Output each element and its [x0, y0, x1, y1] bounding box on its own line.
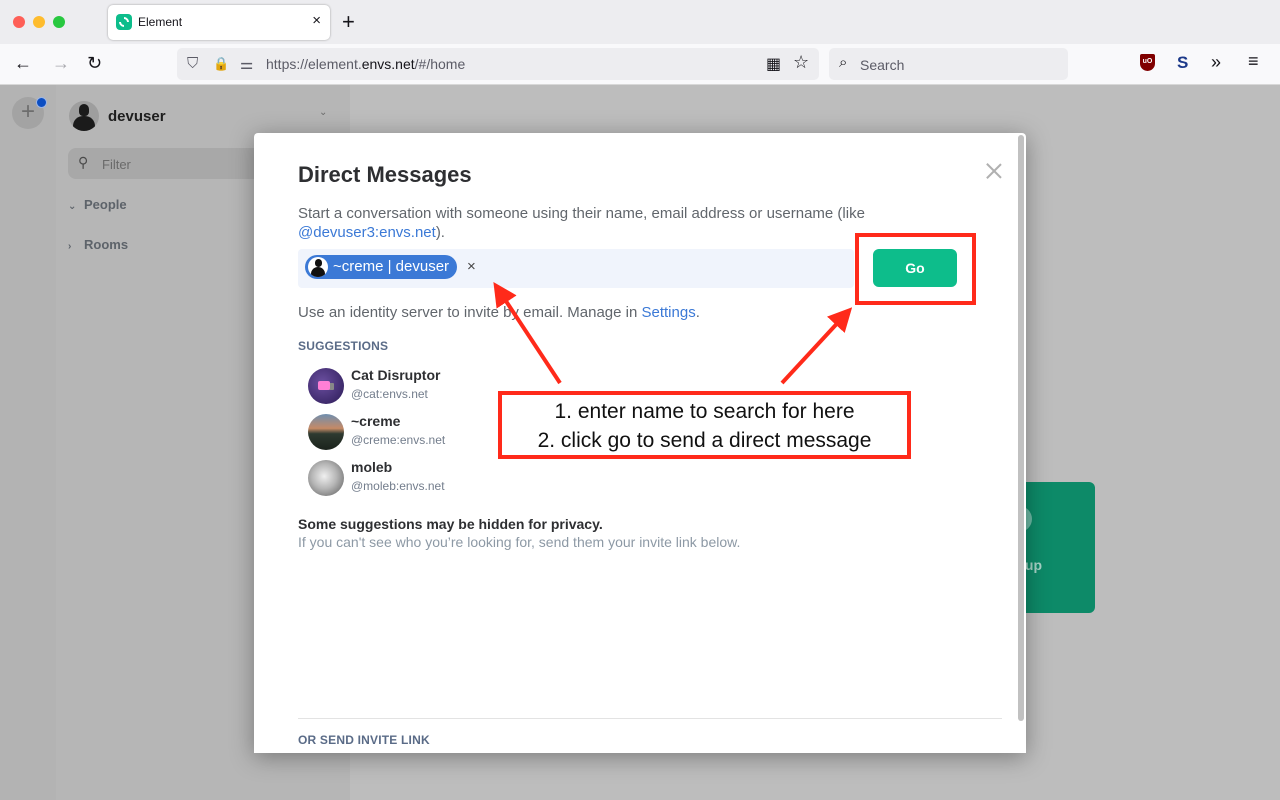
invite-link-heading: OR SEND INVITE LINK [298, 733, 430, 747]
dialog-title: Direct Messages [298, 162, 472, 187]
chevron-right-icon: › [68, 241, 72, 252]
reload-button[interactable]: ↻ [87, 53, 102, 74]
suggestion-id: @creme:envs.net [351, 433, 446, 447]
lock-icon[interactable]: 🔒 [213, 56, 229, 72]
suggestion-name: moleb [351, 459, 393, 475]
user-menu-name[interactable]: devuser [108, 108, 166, 125]
annotation-callout: 1. enter name to search for here 2. clic… [498, 391, 911, 459]
ublock-origin-icon[interactable]: uO [1140, 54, 1155, 71]
nav-bar: ← → ↻ ⛉ 🔒 ⚌ https://element.envs.net/#/h… [0, 44, 1280, 85]
url-suffix: /#/home [414, 56, 466, 72]
notification-dot [36, 97, 47, 108]
identity-server-note: Use an identity server to invite by emai… [298, 304, 700, 321]
description-end: ). [435, 224, 445, 241]
plus-icon: + [20, 98, 35, 125]
qr-code-icon[interactable]: ▦ [766, 54, 781, 74]
avatar [308, 414, 344, 450]
chevron-down-icon: ⌄ [68, 201, 77, 212]
url-bar[interactable]: ⛉ 🔒 ⚌ https://element.envs.net/#/home ▦ … [177, 48, 819, 80]
suggestion-name: Cat Disruptor [351, 367, 441, 383]
url-prefix: https://element. [266, 56, 362, 72]
space-bar: + [0, 85, 56, 800]
suggestions-heading: SUGGESTIONS [298, 339, 389, 353]
minimize-window-button[interactable] [33, 16, 45, 28]
new-tab-button[interactable]: + [342, 9, 355, 35]
section-rooms[interactable]: › Rooms [68, 237, 128, 252]
filter-placeholder: Filter [102, 157, 131, 172]
dialog-description: Start a conversation with someone using … [298, 204, 938, 242]
close-window-button[interactable] [13, 16, 25, 28]
browser-window: Element × + ← → ↻ ⛉ 🔒 ⚌ https://element.… [0, 0, 1280, 800]
search-placeholder: Search [860, 57, 905, 73]
suggestion-item[interactable]: ~creme @creme:envs.net [308, 412, 508, 452]
description-text: Start a conversation with someone using … [298, 205, 865, 222]
permissions-icon[interactable]: ⚌ [240, 55, 253, 73]
example-user-link[interactable]: @devuser3:envs.net [298, 224, 436, 241]
selected-user-pill: ~creme | devuser [305, 255, 458, 279]
zoom-window-button[interactable] [53, 16, 65, 28]
tab-title: Element [138, 15, 183, 29]
suggestion-item[interactable]: Cat Disruptor @cat:envs.net [308, 366, 508, 406]
section-label: Rooms [84, 237, 129, 252]
annotation-line1: 1. enter name to search for here [554, 400, 855, 423]
forward-button[interactable]: → [52, 53, 70, 74]
user-avatar[interactable] [69, 101, 99, 131]
section-people[interactable]: ⌄ People [68, 197, 127, 212]
hamburger-menu-icon[interactable]: ≡ [1248, 51, 1259, 72]
annotation-highlight-box [855, 233, 976, 305]
search-bar[interactable]: ⌕ Search [829, 48, 1068, 80]
identity-text: Use an identity server to invite by emai… [298, 304, 642, 321]
url-text[interactable]: https://element.envs.net/#/home [266, 56, 465, 72]
dialog-scrollbar[interactable] [1018, 135, 1024, 721]
search-icon: ⚲ [78, 154, 89, 170]
suggestion-id: @cat:envs.net [351, 387, 428, 401]
avatar [308, 460, 344, 496]
chevron-down-icon[interactable]: ⌄ [319, 107, 327, 118]
identity-end: . [695, 304, 700, 321]
suggestion-id: @moleb:envs.net [351, 479, 445, 493]
close-icon[interactable] [986, 163, 1002, 179]
section-label: People [84, 197, 127, 212]
divider [298, 718, 1002, 719]
search-icon: ⌕ [839, 54, 848, 71]
annotation-line2: 2. click go to send a direct message [537, 429, 872, 452]
shield-icon[interactable]: ⛉ [187, 55, 198, 72]
suggestion-item[interactable]: moleb @moleb:envs.net [308, 458, 508, 498]
s-extension-icon[interactable]: S [1177, 53, 1188, 73]
suggestion-name: ~creme [351, 413, 401, 429]
tab-bar: Element × + [0, 0, 1280, 44]
remove-pill-icon[interactable]: × [467, 259, 476, 274]
tab-close-icon[interactable]: × [312, 12, 321, 29]
invite-search-input[interactable]: ~creme | devuser × [298, 249, 854, 288]
bookmark-star-icon[interactable]: ☆ [793, 52, 809, 73]
back-button[interactable]: ← [14, 53, 32, 74]
browser-tab[interactable]: Element × [108, 5, 330, 40]
privacy-note-title: Some suggestions may be hidden for priva… [298, 516, 603, 532]
privacy-note-text: If you can't see who you’re looking for,… [298, 534, 741, 550]
element-logo-icon [116, 14, 132, 30]
more-tools-icon[interactable]: » [1211, 52, 1221, 73]
url-domain: envs.net [361, 56, 415, 72]
pill-avatar [308, 257, 328, 277]
avatar [308, 368, 344, 404]
settings-link[interactable]: Settings [642, 304, 696, 321]
pill-label: ~creme | devuser [333, 258, 450, 275]
